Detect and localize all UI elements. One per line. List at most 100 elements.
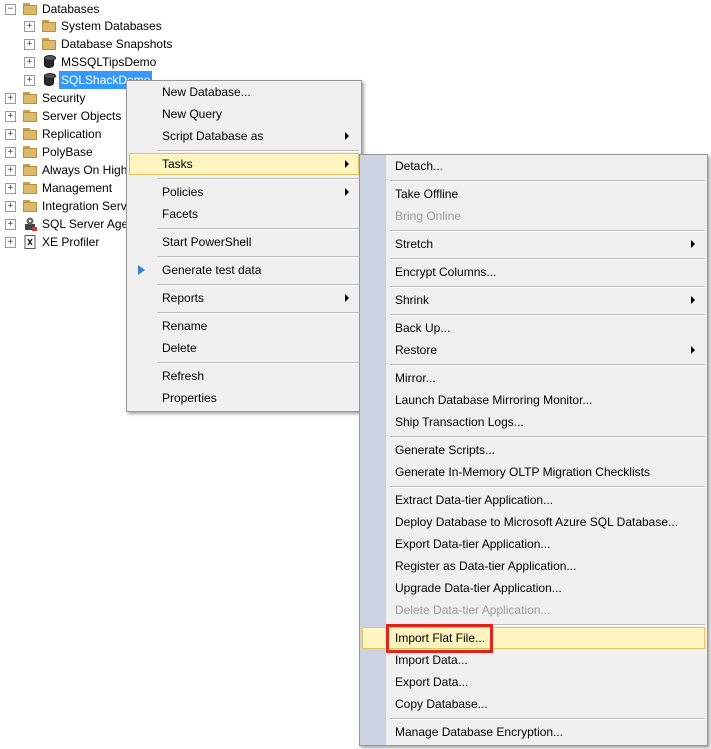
tasks-submenu: Detach... Take Offline Bring Online Stre… <box>359 154 708 746</box>
menu-item-new-database[interactable]: New Database... <box>129 81 359 103</box>
menu-item-reports[interactable]: Reports <box>129 287 359 309</box>
menu-item-export-data[interactable]: Export Data... <box>362 671 705 693</box>
expand-icon[interactable]: + <box>5 183 16 194</box>
tree-node-label: Security <box>42 91 86 105</box>
menu-item-bring-online[interactable]: Bring Online <box>362 205 705 227</box>
folder-icon <box>22 144 38 160</box>
database-context-menu: New Database... New Query Script Databas… <box>126 80 362 412</box>
submenu-arrow-icon <box>345 294 349 302</box>
menu-item-take-offline[interactable]: Take Offline <box>362 183 705 205</box>
menu-item-policies[interactable]: Policies <box>129 181 359 203</box>
tree-node-sql-server-agent[interactable]: + SQL Server Ager <box>0 215 132 233</box>
menu-separator <box>390 230 705 232</box>
menu-item-encrypt-columns[interactable]: Encrypt Columns... <box>362 261 705 283</box>
expand-icon[interactable]: + <box>24 21 35 32</box>
menu-separator <box>157 178 359 180</box>
menu-separator <box>390 258 705 260</box>
expand-icon[interactable]: + <box>5 111 16 122</box>
folder-icon <box>22 180 38 196</box>
tree-node-label: PolyBase <box>42 145 93 159</box>
menu-item-detach[interactable]: Detach... <box>362 155 705 177</box>
menu-item-shrink[interactable]: Shrink <box>362 289 705 311</box>
submenu-arrow-icon <box>691 240 695 248</box>
expand-icon[interactable]: + <box>5 219 16 230</box>
menu-item-start-powershell[interactable]: Start PowerShell <box>129 231 359 253</box>
menu-item-new-query[interactable]: New Query <box>129 103 359 125</box>
xe-profiler-icon <box>22 234 38 250</box>
tree-node-label: XE Profiler <box>42 235 100 249</box>
menu-separator <box>390 718 705 720</box>
menu-item-generate-scripts[interactable]: Generate Scripts... <box>362 439 705 461</box>
menu-separator <box>157 312 359 314</box>
tree-node-polybase[interactable]: + PolyBase <box>0 143 125 161</box>
tree-node-replication[interactable]: + Replication <box>0 125 125 143</box>
menu-item-generate-oltp-checklists[interactable]: Generate In-Memory OLTP Migration Checkl… <box>362 461 705 483</box>
menu-item-rename[interactable]: Rename <box>129 315 359 337</box>
folder-icon <box>22 126 38 142</box>
submenu-arrow-icon <box>345 188 349 196</box>
expand-icon[interactable]: + <box>5 129 16 140</box>
tree-node-database-snapshots[interactable]: + Database Snapshots <box>0 35 180 53</box>
menu-item-copy-database[interactable]: Copy Database... <box>362 693 705 715</box>
folder-icon <box>22 90 38 106</box>
expand-icon[interactable]: + <box>24 57 35 68</box>
menu-item-back-up[interactable]: Back Up... <box>362 317 705 339</box>
expand-icon[interactable]: + <box>24 39 35 50</box>
menu-item-generate-test-data[interactable]: Generate test data <box>129 259 359 281</box>
expand-icon[interactable]: + <box>5 93 16 104</box>
tree-node-databases[interactable]: − Databases <box>0 0 140 18</box>
collapse-icon[interactable]: − <box>5 4 16 15</box>
menu-item-script-database-as[interactable]: Script Database as <box>129 125 359 147</box>
folder-icon <box>41 36 57 52</box>
database-icon <box>41 54 57 70</box>
expand-icon[interactable]: + <box>5 165 16 176</box>
menu-item-mirror[interactable]: Mirror... <box>362 367 705 389</box>
tree-node-security[interactable]: + Security <box>0 89 125 107</box>
menu-separator <box>390 314 705 316</box>
tree-node-label: Database Snapshots <box>61 37 173 51</box>
menu-item-restore[interactable]: Restore <box>362 339 705 361</box>
play-icon <box>138 265 145 275</box>
tree-node-server-objects[interactable]: + Server Objects <box>0 107 125 125</box>
menu-item-facets[interactable]: Facets <box>129 203 359 225</box>
expand-icon[interactable]: + <box>24 75 35 86</box>
menu-item-delete[interactable]: Delete <box>129 337 359 359</box>
expand-icon[interactable]: + <box>5 237 16 248</box>
annotation-highlight-box <box>386 624 493 653</box>
menu-separator <box>157 284 359 286</box>
menu-item-tasks[interactable]: Tasks <box>129 153 359 175</box>
tree-node-label: Replication <box>42 127 102 141</box>
menu-item-manage-encryption[interactable]: Manage Database Encryption... <box>362 721 705 743</box>
sql-agent-icon <box>22 216 38 232</box>
menu-separator <box>390 286 705 288</box>
menu-item-export-data-tier[interactable]: Export Data-tier Application... <box>362 533 705 555</box>
tree-node-label: MSSQLTipsDemo <box>61 55 157 69</box>
submenu-arrow-icon <box>345 132 349 140</box>
menu-item-stretch[interactable]: Stretch <box>362 233 705 255</box>
tree-node-label: Always On High <box>42 163 128 177</box>
expand-icon[interactable]: + <box>5 201 16 212</box>
menu-item-refresh[interactable]: Refresh <box>129 365 359 387</box>
tree-node-system-databases[interactable]: + System Databases <box>0 17 170 35</box>
tree-node-always-on[interactable]: + Always On High <box>0 161 128 179</box>
tree-node-label: Databases <box>42 2 100 16</box>
submenu-arrow-icon <box>691 296 695 304</box>
menu-separator <box>157 362 359 364</box>
menu-item-deploy-to-azure[interactable]: Deploy Database to Microsoft Azure SQL D… <box>362 511 705 533</box>
menu-item-register-data-tier[interactable]: Register as Data-tier Application... <box>362 555 705 577</box>
menu-item-ship-transaction-logs[interactable]: Ship Transaction Logs... <box>362 411 705 433</box>
tree-node-xe-profiler[interactable]: + XE Profiler <box>0 233 125 251</box>
menu-item-upgrade-data-tier[interactable]: Upgrade Data-tier Application... <box>362 577 705 599</box>
tree-node-mssqltipsdemo[interactable]: + MSSQLTipsDemo <box>0 53 170 71</box>
menu-item-properties[interactable]: Properties <box>129 387 359 409</box>
tree-node-management[interactable]: + Management <box>0 179 125 197</box>
folder-icon <box>22 198 38 214</box>
menu-separator <box>390 180 705 182</box>
tree-node-label: System Databases <box>61 19 162 33</box>
expand-icon[interactable]: + <box>5 147 16 158</box>
tree-node-integration-services[interactable]: + Integration Serv <box>0 197 127 215</box>
menu-item-delete-data-tier[interactable]: Delete Data-tier Application... <box>362 599 705 621</box>
menu-item-launch-mirroring-monitor[interactable]: Launch Database Mirroring Monitor... <box>362 389 705 411</box>
submenu-arrow-icon <box>345 160 349 168</box>
menu-item-extract-data-tier[interactable]: Extract Data-tier Application... <box>362 489 705 511</box>
